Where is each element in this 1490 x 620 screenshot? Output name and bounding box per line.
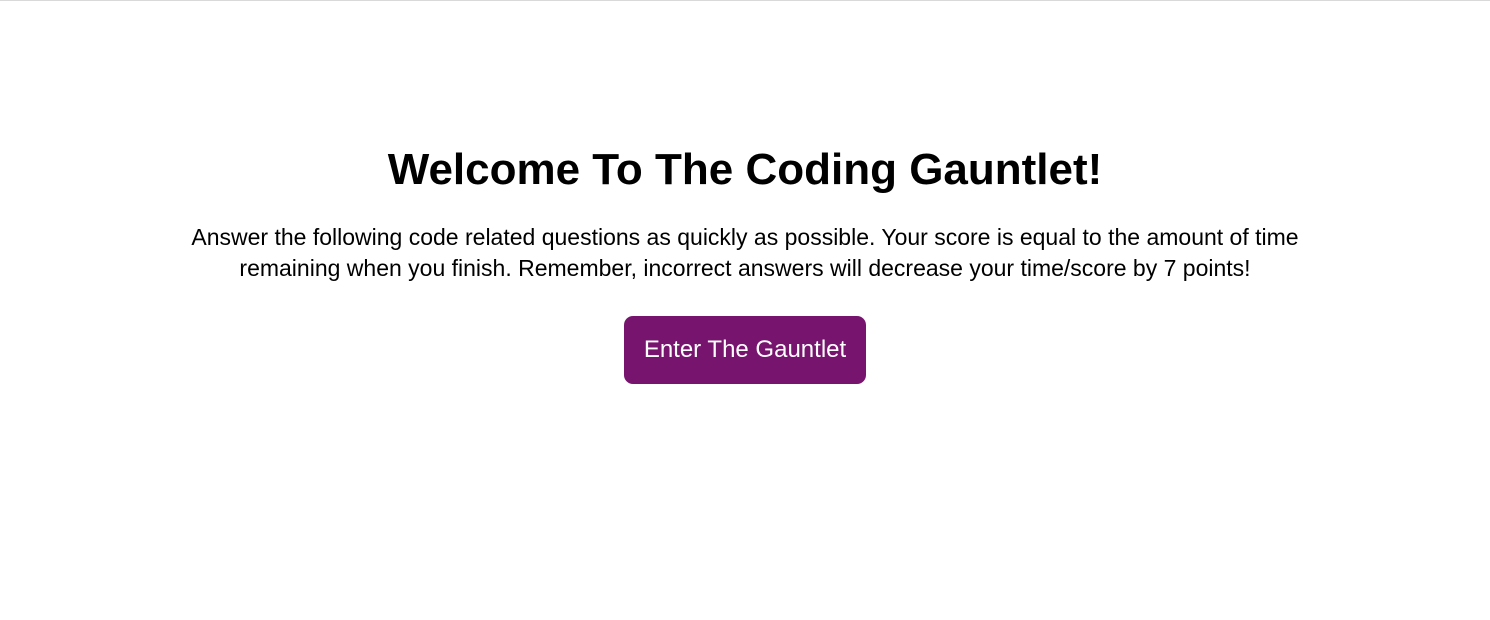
welcome-section: Welcome To The Coding Gauntlet! Answer t… [0,140,1490,384]
top-divider [0,0,1490,1]
enter-gauntlet-button[interactable]: Enter The Gauntlet [624,316,866,384]
page-title: Welcome To The Coding Gauntlet! [387,145,1103,194]
instructions-text: Answer the following code related questi… [191,224,1299,281]
